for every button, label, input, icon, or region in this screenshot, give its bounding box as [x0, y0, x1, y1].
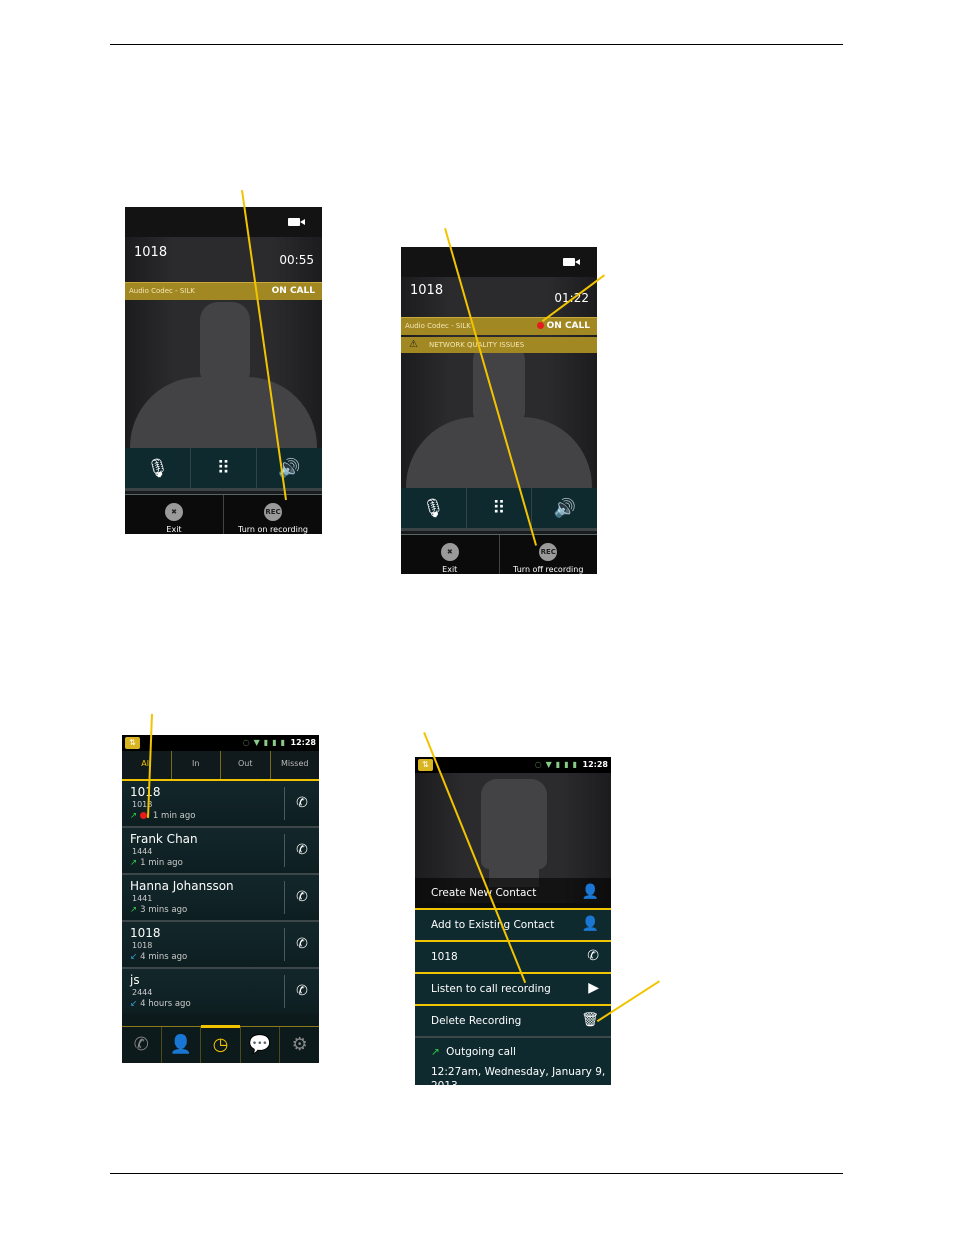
call-controls: 🎙 ⠿ 🔊	[401, 488, 597, 531]
call-button[interactable]: ✆	[284, 975, 319, 1008]
exit-button[interactable]: ✖ Exit	[125, 495, 224, 534]
audio-codec: Audio Codec - SILK	[129, 287, 195, 295]
add-contact-icon: 👤	[581, 884, 599, 900]
edit-contact-icon: 👤	[581, 916, 599, 932]
listen-to-recording-item[interactable]: Listen to call recording ▶	[415, 974, 611, 1006]
status-clock: 12:28	[582, 760, 608, 769]
tab-all[interactable]: All	[122, 751, 172, 783]
call-detail-screen: ⇅ ◌▼▮▮▮ 12:28 Create New Contact 👤 Add t…	[415, 757, 611, 1085]
call-button[interactable]: ✆	[284, 787, 319, 820]
call-row[interactable]: Frank Chan 1444 ↗ 1 min ago ✆	[122, 828, 319, 875]
status-clock: 12:28	[290, 738, 316, 747]
bottom-navigation: ✆ 👤 ◷ 💬 ⚙	[122, 1025, 319, 1063]
recording-dot-icon	[536, 322, 544, 329]
video-icon[interactable]	[563, 258, 580, 266]
status-icons: ◌▼▮▮▮	[242, 738, 289, 747]
turn-off-recording-button[interactable]: REC Turn off recording	[500, 535, 598, 574]
video-icon[interactable]	[288, 218, 305, 226]
outgoing-arrow-icon: ↗	[130, 811, 138, 821]
call-number: 1018	[410, 283, 444, 298]
network-quality-bar: ⚠ NETWORK QUALITY ISSUES	[401, 337, 597, 353]
audio-codec: Audio Codec - SILK	[405, 322, 471, 330]
add-to-existing-contact-item[interactable]: Add to Existing Contact 👤	[415, 910, 611, 942]
call-number-item[interactable]: 1018 ✆	[415, 942, 611, 974]
call-list: 1018 1018 ↗ 1 min ago ✆ Frank Chan 1444 …	[122, 781, 319, 1014]
footer-rule	[110, 1173, 843, 1174]
outgoing-arrow-icon: ↗	[130, 858, 138, 868]
record-icon: REC	[264, 503, 282, 521]
incoming-arrow-icon: ↙	[130, 999, 138, 1009]
app-icon: ⇅	[418, 759, 433, 771]
record-icon: REC	[539, 543, 558, 561]
call-history-screen: ⇅ ◌▼▮▮▮ 12:28 All In Out Missed 1018 101…	[122, 735, 319, 1063]
codec-bar: Audio Codec - SILK ON CALL	[125, 282, 322, 300]
turn-on-recording-button[interactable]: REC Turn on recording	[224, 495, 322, 534]
outgoing-arrow-icon: ↗	[130, 905, 138, 915]
tab-out[interactable]: Out	[221, 751, 271, 779]
call-controls: 🎙 ⠿ 🔊	[125, 448, 322, 491]
call-status: ON CALL	[271, 286, 315, 296]
status-icons: ◌▼▮▮▮	[534, 760, 581, 769]
contacts-icon[interactable]: 👤	[162, 1027, 202, 1063]
play-icon: ▶	[588, 980, 599, 996]
call-status: ON CALL	[536, 321, 590, 331]
call-button[interactable]: ✆	[284, 834, 319, 867]
codec-bar: Audio Codec - SILK ON CALL	[401, 317, 597, 335]
call-datetime: 12:27am, Wednesday, January 9, 2013	[431, 1066, 606, 1085]
tab-missed[interactable]: Missed	[271, 751, 320, 779]
recording-dot-icon	[140, 812, 148, 819]
messages-icon[interactable]: 💬	[241, 1027, 281, 1063]
call-row[interactable]: 1018 1018 ↙ 4 mins ago ✆	[122, 922, 319, 969]
speaker-icon[interactable]: 🔊	[532, 488, 597, 528]
call-number: 1018	[134, 245, 168, 260]
exit-icon: ✖	[165, 503, 183, 521]
call-button[interactable]: ✆	[284, 881, 319, 914]
phone-icon: ✆	[587, 948, 599, 964]
dialpad-icon[interactable]: ⠿	[191, 448, 257, 488]
call-details: ↗ Outgoing call 12:27am, Wednesday, Janu…	[415, 1038, 611, 1085]
call-type: Outgoing call	[446, 1046, 516, 1058]
phone-icon[interactable]: ✆	[122, 1027, 162, 1063]
in-call-screen-recording-on: 1018 01:22 Audio Codec - SILK ON CALL ⚠ …	[401, 247, 597, 574]
exit-button[interactable]: ✖ Exit	[401, 535, 500, 574]
incoming-arrow-icon: ↙	[130, 952, 138, 962]
tab-in[interactable]: In	[172, 751, 221, 779]
speaker-icon[interactable]: 🔊	[257, 448, 322, 488]
call-row[interactable]: js 2444 ↙ 4 hours ago ✆	[122, 969, 319, 1014]
microphone-icon[interactable]: 🎙	[401, 488, 467, 528]
history-icon[interactable]: ◷	[201, 1025, 241, 1063]
call-row[interactable]: Hanna Johansson 1441 ↗ 3 mins ago ✆	[122, 875, 319, 922]
app-icon: ⇅	[125, 737, 140, 749]
call-button[interactable]: ✆	[284, 928, 319, 961]
exit-icon: ✖	[440, 543, 459, 561]
network-warning-icon: ⚠	[409, 339, 418, 350]
call-filter-tabs: All In Out Missed	[122, 751, 320, 783]
settings-icon[interactable]: ⚙	[280, 1027, 319, 1063]
in-call-screen-recording-off: 1018 00:55 Audio Codec - SILK ON CALL 🎙 …	[125, 207, 322, 534]
delete-recording-item[interactable]: Delete Recording 🗑	[415, 1006, 611, 1038]
microphone-icon[interactable]: 🎙	[125, 448, 191, 488]
status-bar: ⇅ ◌▼▮▮▮ 12:28	[415, 757, 611, 773]
create-new-contact-item[interactable]: Create New Contact 👤	[415, 878, 611, 910]
outgoing-arrow-icon: ↗	[431, 1046, 440, 1058]
header-rule	[110, 44, 843, 45]
call-row[interactable]: 1018 1018 ↗ 1 min ago ✆	[122, 781, 319, 828]
call-timer: 00:55	[279, 253, 314, 267]
